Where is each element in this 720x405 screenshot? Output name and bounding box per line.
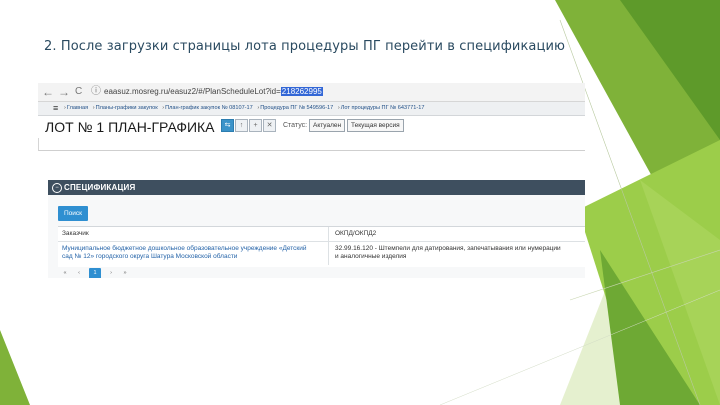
spec-section-header[interactable]: − СПЕЦИФИКАЦИЯ xyxy=(48,180,585,195)
breadcrumb-plan[interactable]: План-график закупок № 08107-17 xyxy=(165,105,253,111)
back-icon[interactable]: ← xyxy=(42,84,54,100)
last-page-button[interactable]: » xyxy=(120,268,130,278)
table-row[interactable]: Муниципальное бюджетное дошкольное образ… xyxy=(58,241,585,264)
browser-screenshot: ← → C ⓘ eaasuz.mosreg.ru/easuz2/#/PlanSc… xyxy=(38,83,585,278)
prev-page-button[interactable]: ‹ xyxy=(74,268,84,278)
lot-info-panel xyxy=(38,138,585,151)
breadcrumb-procedure[interactable]: Процедура ПГ № 549596-17 xyxy=(260,105,333,111)
okpd-line-2: и аналогичные изделия xyxy=(335,253,407,260)
info-icon[interactable]: ⓘ xyxy=(91,84,101,100)
spec-title: СПЕЦИФИКАЦИЯ xyxy=(64,183,136,192)
spec-table: Заказчик ОКПД/ОКПД2 Муниципальное бюджет… xyxy=(58,226,585,267)
breadcrumb-home[interactable]: Главная xyxy=(67,105,88,111)
add-icon[interactable]: + xyxy=(249,119,262,132)
status-label: Статус: xyxy=(283,122,308,129)
delete-icon[interactable]: ✕ xyxy=(263,119,276,132)
reload-icon[interactable]: C xyxy=(75,84,82,100)
breadcrumb-plans[interactable]: Планы-графики закупок xyxy=(96,105,158,111)
spacer xyxy=(38,151,585,179)
upload-icon[interactable]: ↑ xyxy=(235,119,248,132)
url-field[interactable]: eaasuz.mosreg.ru/easuz2/#/PlanScheduleLo… xyxy=(104,86,323,98)
customer-cell[interactable]: Муниципальное бюджетное дошкольное образ… xyxy=(62,245,312,261)
breadcrumb: ›Главная ›Планы-графики закупок ›План-гр… xyxy=(64,105,425,111)
address-bar: ← → C ⓘ eaasuz.mosreg.ru/easuz2/#/PlanSc… xyxy=(38,83,585,102)
search-button[interactable]: Поиск xyxy=(58,206,88,221)
url-text: eaasuz.mosreg.ru/easuz2/#/PlanScheduleLo… xyxy=(104,87,281,96)
slide-title: 2. После загрузки страницы лота процедур… xyxy=(44,39,566,54)
okpd-cell: 32.99.16.120 - Штемпели для датирования,… xyxy=(335,245,585,261)
url-selected-id: 218262995 xyxy=(280,87,323,96)
lot-header: ЛОТ № 1 ПЛАН-ГРАФИКА ⇆ ↑ + ✕ Статус: Акт… xyxy=(38,116,585,136)
next-page-button[interactable]: › xyxy=(106,268,116,278)
page-title: ЛОТ № 1 ПЛАН-ГРАФИКА xyxy=(45,119,215,135)
column-header-okpd[interactable]: ОКПД/ОКПД2 xyxy=(335,227,376,240)
status-badge: Актуален xyxy=(309,119,346,132)
spec-section-body: Поиск Заказчик ОКПД/ОКПД2 Муниципальное … xyxy=(48,195,585,278)
column-header-customer[interactable]: Заказчик xyxy=(62,227,89,240)
menu-icon[interactable]: ≡ xyxy=(53,103,58,113)
okpd-line-1: 32.99.16.120 - Штемпели для датирования,… xyxy=(335,245,561,252)
forward-icon[interactable]: → xyxy=(58,84,70,100)
link-icon[interactable]: ⇆ xyxy=(221,119,234,132)
breadcrumb-lot[interactable]: Лот процедуры ПГ № 643771-17 xyxy=(341,105,425,111)
page-1-button[interactable]: 1 xyxy=(89,268,101,278)
collapse-icon[interactable]: − xyxy=(52,183,62,193)
breadcrumb-bar: ≡ ›Главная ›Планы-графики закупок ›План-… xyxy=(38,102,585,116)
version-badge: Текущая версия xyxy=(347,119,404,132)
first-page-button[interactable]: « xyxy=(60,268,70,278)
